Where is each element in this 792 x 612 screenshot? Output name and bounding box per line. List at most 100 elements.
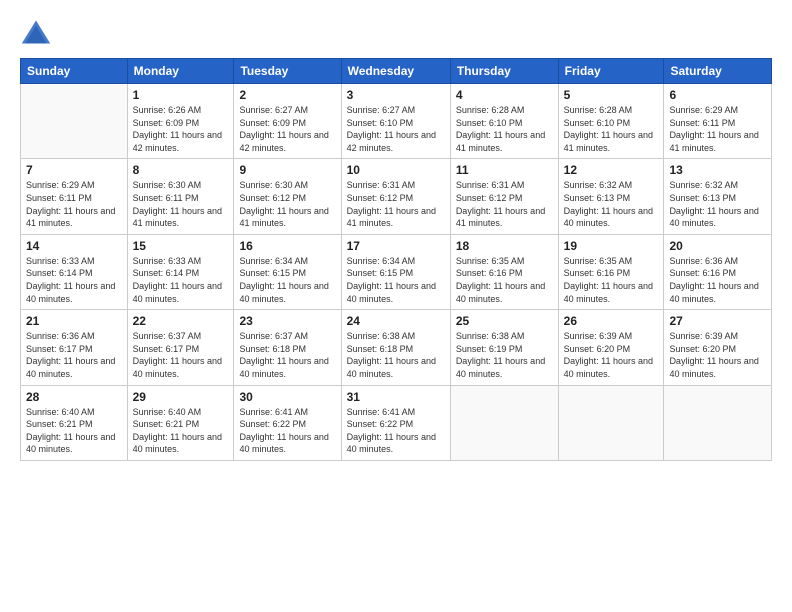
cell-info: Sunrise: 6:26 AMSunset: 6:09 PMDaylight:… — [133, 104, 229, 154]
calendar-cell — [450, 385, 558, 460]
calendar-week-5: 28 Sunrise: 6:40 AMSunset: 6:21 PMDayligh… — [21, 385, 772, 460]
logo — [20, 18, 56, 46]
calendar-cell: 14 Sunrise: 6:33 AMSunset: 6:14 PMDayligh… — [21, 234, 128, 309]
calendar-cell: 17 Sunrise: 6:34 AMSunset: 6:15 PMDayligh… — [341, 234, 450, 309]
cell-info: Sunrise: 6:32 AMSunset: 6:13 PMDaylight:… — [669, 179, 766, 229]
cell-info: Sunrise: 6:39 AMSunset: 6:20 PMDaylight:… — [669, 330, 766, 380]
cell-info: Sunrise: 6:34 AMSunset: 6:15 PMDaylight:… — [239, 255, 335, 305]
day-number: 3 — [347, 88, 445, 102]
calendar-header-wednesday: Wednesday — [341, 59, 450, 84]
cell-info: Sunrise: 6:35 AMSunset: 6:16 PMDaylight:… — [564, 255, 659, 305]
calendar-cell: 11 Sunrise: 6:31 AMSunset: 6:12 PMDayligh… — [450, 159, 558, 234]
cell-info: Sunrise: 6:31 AMSunset: 6:12 PMDaylight:… — [456, 179, 553, 229]
calendar-cell: 30 Sunrise: 6:41 AMSunset: 6:22 PMDayligh… — [234, 385, 341, 460]
day-number: 25 — [456, 314, 553, 328]
calendar-cell: 21Sunrise: 6:36 AMSunset: 6:17 PMDayligh… — [21, 310, 128, 385]
day-number: 8 — [133, 163, 229, 177]
cell-info: Sunrise: 6:29 AMSunset: 6:11 PMDaylight:… — [669, 104, 766, 154]
calendar-cell: 4 Sunrise: 6:28 AMSunset: 6:10 PMDaylight… — [450, 84, 558, 159]
cell-info: Sunrise: 6:32 AMSunset: 6:13 PMDaylight:… — [564, 179, 659, 229]
calendar-week-1: 1 Sunrise: 6:26 AMSunset: 6:09 PMDaylight… — [21, 84, 772, 159]
calendar-cell: 10 Sunrise: 6:31 AMSunset: 6:12 PMDayligh… — [341, 159, 450, 234]
day-number: 16 — [239, 239, 335, 253]
cell-info: Sunrise: 6:36 AMSunset: 6:17 PMDaylight:… — [26, 330, 122, 380]
calendar-week-2: 7 Sunrise: 6:29 AMSunset: 6:11 PMDaylight… — [21, 159, 772, 234]
cell-info: Sunrise: 6:36 AMSunset: 6:16 PMDaylight:… — [669, 255, 766, 305]
day-number: 20 — [669, 239, 766, 253]
day-number: 17 — [347, 239, 445, 253]
cell-info: Sunrise: 6:40 AMSunset: 6:21 PMDaylight:… — [133, 406, 229, 456]
calendar-cell: 26Sunrise: 6:39 AMSunset: 6:20 PMDayligh… — [558, 310, 664, 385]
day-number: 30 — [239, 390, 335, 404]
cell-info: Sunrise: 6:37 AMSunset: 6:17 PMDaylight:… — [133, 330, 229, 380]
calendar-cell: 16 Sunrise: 6:34 AMSunset: 6:15 PMDayligh… — [234, 234, 341, 309]
calendar-cell: 1 Sunrise: 6:26 AMSunset: 6:09 PMDaylight… — [127, 84, 234, 159]
cell-info: Sunrise: 6:38 AMSunset: 6:18 PMDaylight:… — [347, 330, 445, 380]
day-number: 2 — [239, 88, 335, 102]
cell-info: Sunrise: 6:28 AMSunset: 6:10 PMDaylight:… — [564, 104, 659, 154]
day-number: 15 — [133, 239, 229, 253]
calendar-header-saturday: Saturday — [664, 59, 772, 84]
day-number: 12 — [564, 163, 659, 177]
day-number: 13 — [669, 163, 766, 177]
cell-info: Sunrise: 6:30 AMSunset: 6:12 PMDaylight:… — [239, 179, 335, 229]
calendar-cell: 6 Sunrise: 6:29 AMSunset: 6:11 PMDaylight… — [664, 84, 772, 159]
cell-info: Sunrise: 6:34 AMSunset: 6:15 PMDaylight:… — [347, 255, 445, 305]
cell-info: Sunrise: 6:38 AMSunset: 6:19 PMDaylight:… — [456, 330, 553, 380]
calendar-cell — [558, 385, 664, 460]
day-number: 24 — [347, 314, 445, 328]
day-number: 22 — [133, 314, 229, 328]
day-number: 7 — [26, 163, 122, 177]
calendar-cell: 7 Sunrise: 6:29 AMSunset: 6:11 PMDaylight… — [21, 159, 128, 234]
calendar-header-thursday: Thursday — [450, 59, 558, 84]
day-number: 5 — [564, 88, 659, 102]
calendar-header-friday: Friday — [558, 59, 664, 84]
calendar-cell: 3 Sunrise: 6:27 AMSunset: 6:10 PMDaylight… — [341, 84, 450, 159]
day-number: 28 — [26, 390, 122, 404]
day-number: 23 — [239, 314, 335, 328]
day-number: 11 — [456, 163, 553, 177]
calendar-cell: 25 Sunrise: 6:38 AMSunset: 6:19 PMDayligh… — [450, 310, 558, 385]
calendar-header-tuesday: Tuesday — [234, 59, 341, 84]
cell-info: Sunrise: 6:41 AMSunset: 6:22 PMDaylight:… — [347, 406, 445, 456]
cell-info: Sunrise: 6:33 AMSunset: 6:14 PMDaylight:… — [133, 255, 229, 305]
calendar-table: SundayMondayTuesdayWednesdayThursdayFrid… — [20, 58, 772, 461]
calendar-cell: 20 Sunrise: 6:36 AMSunset: 6:16 PMDayligh… — [664, 234, 772, 309]
cell-info: Sunrise: 6:35 AMSunset: 6:16 PMDaylight:… — [456, 255, 553, 305]
calendar-cell: 18Sunrise: 6:35 AMSunset: 6:16 PMDayligh… — [450, 234, 558, 309]
day-number: 9 — [239, 163, 335, 177]
day-number: 4 — [456, 88, 553, 102]
day-number: 14 — [26, 239, 122, 253]
day-number: 31 — [347, 390, 445, 404]
calendar-cell: 2 Sunrise: 6:27 AMSunset: 6:09 PMDaylight… — [234, 84, 341, 159]
calendar-header-monday: Monday — [127, 59, 234, 84]
cell-info: Sunrise: 6:28 AMSunset: 6:10 PMDaylight:… — [456, 104, 553, 154]
calendar-cell: 19Sunrise: 6:35 AMSunset: 6:16 PMDayligh… — [558, 234, 664, 309]
cell-info: Sunrise: 6:33 AMSunset: 6:14 PMDaylight:… — [26, 255, 122, 305]
calendar-cell — [21, 84, 128, 159]
calendar-week-4: 21Sunrise: 6:36 AMSunset: 6:17 PMDayligh… — [21, 310, 772, 385]
calendar-header-sunday: Sunday — [21, 59, 128, 84]
cell-info: Sunrise: 6:27 AMSunset: 6:10 PMDaylight:… — [347, 104, 445, 154]
calendar-week-3: 14 Sunrise: 6:33 AMSunset: 6:14 PMDayligh… — [21, 234, 772, 309]
calendar-cell — [664, 385, 772, 460]
calendar-cell: 27 Sunrise: 6:39 AMSunset: 6:20 PMDayligh… — [664, 310, 772, 385]
day-number: 1 — [133, 88, 229, 102]
cell-info: Sunrise: 6:41 AMSunset: 6:22 PMDaylight:… — [239, 406, 335, 456]
cell-info: Sunrise: 6:31 AMSunset: 6:12 PMDaylight:… — [347, 179, 445, 229]
day-number: 10 — [347, 163, 445, 177]
day-number: 26 — [564, 314, 659, 328]
day-number: 6 — [669, 88, 766, 102]
cell-info: Sunrise: 6:40 AMSunset: 6:21 PMDaylight:… — [26, 406, 122, 456]
calendar-cell: 29 Sunrise: 6:40 AMSunset: 6:21 PMDayligh… — [127, 385, 234, 460]
logo-icon — [20, 18, 52, 46]
day-number: 27 — [669, 314, 766, 328]
cell-info: Sunrise: 6:27 AMSunset: 6:09 PMDaylight:… — [239, 104, 335, 154]
cell-info: Sunrise: 6:29 AMSunset: 6:11 PMDaylight:… — [26, 179, 122, 229]
day-number: 29 — [133, 390, 229, 404]
calendar-cell: 15 Sunrise: 6:33 AMSunset: 6:14 PMDayligh… — [127, 234, 234, 309]
calendar-cell: 9 Sunrise: 6:30 AMSunset: 6:12 PMDaylight… — [234, 159, 341, 234]
calendar-cell: 13 Sunrise: 6:32 AMSunset: 6:13 PMDayligh… — [664, 159, 772, 234]
calendar-cell: 28 Sunrise: 6:40 AMSunset: 6:21 PMDayligh… — [21, 385, 128, 460]
calendar-header-row: SundayMondayTuesdayWednesdayThursdayFrid… — [21, 59, 772, 84]
